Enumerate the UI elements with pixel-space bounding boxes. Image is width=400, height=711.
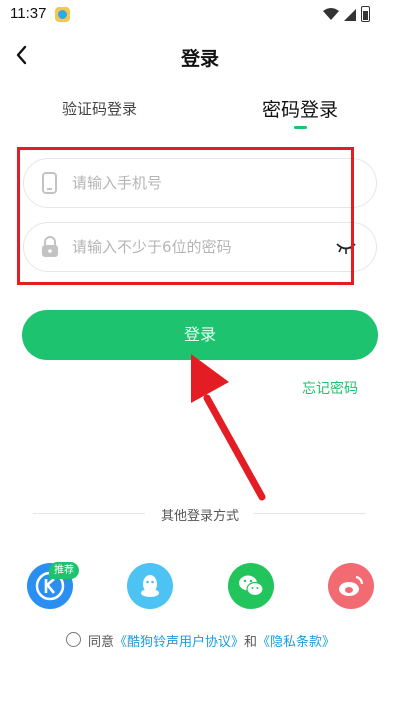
status-time: 11:37 bbox=[10, 5, 47, 22]
app-notification-icon bbox=[55, 7, 70, 22]
agreement-checkbox[interactable] bbox=[66, 632, 81, 647]
login-tabs: 验证码登录 密码登录 bbox=[0, 92, 400, 136]
wechat-login-button[interactable] bbox=[228, 563, 274, 609]
privacy-policy-link[interactable]: 《隐私条款》 bbox=[257, 635, 335, 650]
tab-code-login[interactable]: 验证码登录 bbox=[62, 98, 137, 119]
wechat-icon bbox=[239, 575, 264, 597]
divider-right bbox=[254, 513, 366, 514]
tab-password-login[interactable]: 密码登录 bbox=[262, 95, 338, 122]
qq-icon bbox=[141, 575, 159, 597]
weibo-login-button[interactable] bbox=[328, 563, 374, 609]
forgot-password-link[interactable]: 忘记密码 bbox=[302, 378, 358, 398]
active-tab-indicator bbox=[294, 126, 307, 129]
recommended-badge: 推荐 bbox=[49, 562, 79, 579]
annotation-highlight-box bbox=[17, 147, 354, 285]
user-agreement-link[interactable]: 《酷狗铃声用户协议》 bbox=[114, 635, 244, 650]
agreement-text: 同意《酷狗铃声用户协议》和《隐私条款》 bbox=[88, 635, 336, 650]
weibo-icon bbox=[339, 575, 364, 596]
other-login-label: 其他登录方式 bbox=[160, 509, 239, 524]
login-button[interactable]: 登录 bbox=[22, 310, 378, 360]
page-title: 登录 bbox=[180, 48, 219, 70]
qq-login-button[interactable] bbox=[127, 563, 173, 609]
status-bar: 11:37 bbox=[0, 0, 400, 30]
header: 登录 bbox=[0, 36, 400, 76]
battery-icon bbox=[361, 6, 370, 22]
